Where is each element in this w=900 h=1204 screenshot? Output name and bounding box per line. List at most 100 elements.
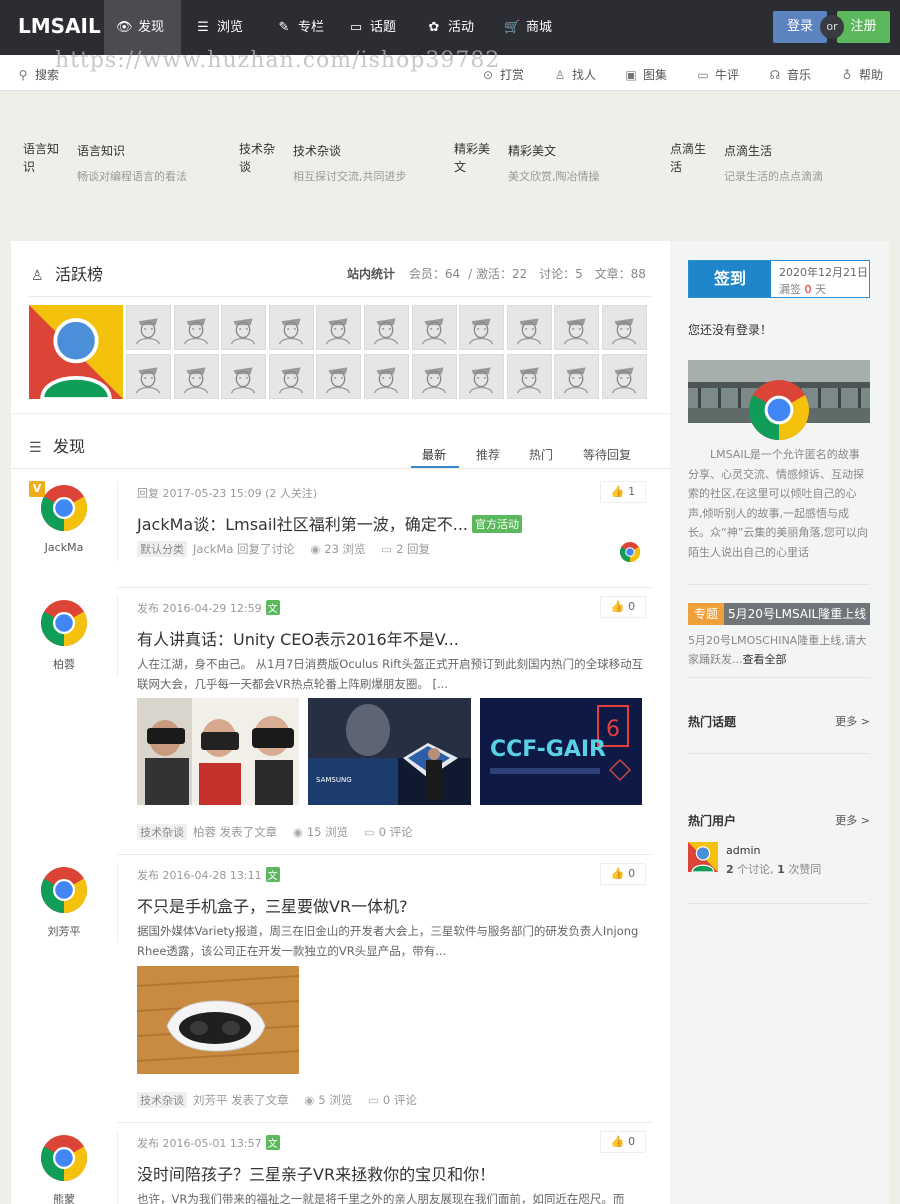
post-title[interactable]: 没时间陪孩子？三星亲子VR来拯救你的宝贝和你！ <box>137 1161 495 1185</box>
tab-hot[interactable]: 热门 <box>529 446 553 463</box>
tab-latest[interactable]: 最新 <box>422 446 446 463</box>
divider <box>688 753 870 754</box>
tab-waiting-reply[interactable]: 等待回复 <box>583 446 631 463</box>
like-button[interactable]: 👍 0 <box>600 863 646 885</box>
category-desc: 记录生活的点点滴滴 <box>724 170 823 183</box>
view-all-link[interactable]: 查看全部 <box>743 653 787 666</box>
site-logo[interactable]: LMSAIL <box>18 14 101 38</box>
post-author[interactable]: 柏蓉 <box>11 656 117 672</box>
like-button[interactable]: 👍 1 <box>600 481 646 503</box>
post-title[interactable]: JackMa谈：Lmsail社区福利第一波，确定不... 官方活动 <box>137 511 522 535</box>
sub-item-gallery[interactable]: ▣ 图集 <box>624 66 667 83</box>
active-user-avatar[interactable] <box>602 305 647 350</box>
active-user-avatar[interactable] <box>506 354 552 399</box>
tab-recommended[interactable]: 推荐 <box>476 446 500 463</box>
active-user-avatar[interactable] <box>364 354 409 399</box>
post-meta: 发布 2016-04-28 13:11 文 <box>137 867 280 882</box>
search-link[interactable]: ⚲ 搜索 <box>16 66 59 83</box>
post-image-gear-vr[interactable] <box>137 966 299 1074</box>
avatar[interactable] <box>41 1135 87 1181</box>
sub-item-music[interactable]: ☊ 音乐 <box>768 66 811 83</box>
participant-avatar[interactable] <box>620 542 640 562</box>
thumb-up-icon: 👍 <box>610 1135 625 1148</box>
official-tag[interactable]: 官方活动 <box>472 515 522 533</box>
comment-icon: ▭ <box>381 542 393 556</box>
avatar[interactable] <box>41 600 87 646</box>
hot-topics-more-link[interactable]: 更多 > <box>835 713 870 729</box>
category-tag[interactable]: 技术杂谈 <box>137 1092 187 1108</box>
active-user-avatar[interactable] <box>126 354 171 399</box>
category-name[interactable]: 技术杂谈 <box>293 142 341 159</box>
signin-missed: 漏签 0 天 <box>779 283 826 296</box>
post-author[interactable]: 熊蒙 <box>11 1191 117 1204</box>
active-user-avatar[interactable] <box>554 354 600 399</box>
hot-users-more-link[interactable]: 更多 > <box>835 812 870 828</box>
featured-topic[interactable]: 专题 5月20号LMSAIL隆重上线 <box>688 603 870 625</box>
login-button[interactable]: 登录 <box>773 11 827 43</box>
category-tag[interactable]: 默认分类 <box>137 541 187 557</box>
hot-user-name[interactable]: admin <box>726 844 760 857</box>
topic-title[interactable]: 5月20号LMSAIL隆重上线 <box>724 603 870 625</box>
active-user-avatar[interactable] <box>506 305 552 350</box>
like-button[interactable]: 👍 0 <box>600 1131 646 1153</box>
active-user-avatar[interactable] <box>126 305 171 350</box>
hot-topics-header: 热门话题 更多 > <box>688 713 870 729</box>
post-image-ccf-gair[interactable]: 6 CCF-GAIR <box>480 698 642 805</box>
active-user-avatar[interactable] <box>173 305 219 350</box>
avatar[interactable] <box>41 485 87 531</box>
active-user-avatar[interactable] <box>268 354 314 399</box>
avatar[interactable] <box>41 867 87 913</box>
category-desc: 畅谈对编程语言的看法 <box>77 170 187 183</box>
eye-icon: 👁 <box>116 20 133 35</box>
nav-item-column[interactable]: ✎ 专栏 <box>264 0 336 55</box>
profile-avatar[interactable] <box>749 380 809 440</box>
post-image-samsung[interactable]: SAMSUNG <box>308 698 471 805</box>
category-name[interactable]: 精彩美文 <box>508 142 556 159</box>
article-badge: 文 <box>265 867 280 882</box>
active-user-avatar[interactable] <box>411 354 457 399</box>
active-user-avatar[interactable] <box>554 305 600 350</box>
active-user-avatar[interactable] <box>221 305 267 350</box>
category-life[interactable]: 点滴生活 点滴生活 记录生活的点点滴滴 <box>670 140 880 190</box>
sub-item-help[interactable]: ♁ 帮助 <box>840 66 883 83</box>
nav-item-discover[interactable]: 👁 发现 <box>104 0 181 55</box>
top-user-avatar[interactable] <box>29 305 123 399</box>
active-user-avatar[interactable] <box>364 305 409 350</box>
active-user-avatar[interactable] <box>459 305 505 350</box>
nav-item-browse[interactable]: ☰ 浏览 <box>183 0 255 55</box>
nav-item-shop[interactable]: 🛒 商城 <box>492 0 564 55</box>
active-user-avatar[interactable] <box>316 354 362 399</box>
sub-item-find-people[interactable]: ♙ 找人 <box>553 66 596 83</box>
post-image-vr-headsets[interactable] <box>137 698 299 805</box>
like-button[interactable]: 👍 0 <box>600 596 646 618</box>
register-button[interactable]: 注册 <box>837 11 890 43</box>
category-name[interactable]: 点滴生活 <box>724 142 772 159</box>
post-excerpt: 也许，VR为我们带来的福祉之一就是将千里之外的亲人朋友展现在我们面前，如同近在咫… <box>137 1192 625 1204</box>
category-language[interactable]: 语言知识 语言知识 畅谈对编程语言的看法 <box>23 140 233 190</box>
divider <box>29 296 651 297</box>
post-title[interactable]: 不只是手机盒子，三星要做VR一体机? <box>137 893 408 917</box>
site-stats: 站内统计 会员：64/ 激活：22 讨论：5 文章：88 <box>347 267 646 281</box>
post-title[interactable]: 有人讲真话：Unity CEO表示2016年不是V... <box>137 626 459 650</box>
category-tag[interactable]: 技术杂谈 <box>137 824 187 840</box>
sub-item-reviews[interactable]: ▭ 牛评 <box>696 66 739 83</box>
signin-button[interactable]: 签到 <box>689 261 771 297</box>
active-user-avatar[interactable] <box>316 305 362 350</box>
active-user-avatar[interactable] <box>173 354 219 399</box>
category-essays[interactable]: 精彩美文 精彩美文 美文欣赏,陶冶情操 <box>454 140 664 190</box>
hot-user-avatar[interactable] <box>688 842 718 872</box>
post-footer: 默认分类 JackMa 回复了讨论 ◉ 23 浏览 ▭ 2 回复 <box>137 541 430 557</box>
active-user-avatar[interactable] <box>268 305 314 350</box>
nav-item-activity[interactable]: ✿ 活动 <box>414 0 486 55</box>
article-badge: 文 <box>265 600 280 615</box>
active-user-avatar[interactable] <box>411 305 457 350</box>
search-icon: ⚲ <box>18 68 28 82</box>
category-name[interactable]: 语言知识 <box>77 142 125 159</box>
active-user-avatar[interactable] <box>221 354 267 399</box>
nav-item-topic[interactable]: ▭ 话题 <box>336 0 408 55</box>
category-tech[interactable]: 技术杂谈 技术杂谈 相互探讨交流,共同进步 <box>239 140 449 190</box>
active-user-avatar[interactable] <box>602 354 647 399</box>
post-author[interactable]: JackMa <box>11 541 117 554</box>
active-user-avatar[interactable] <box>459 354 505 399</box>
post-author[interactable]: 刘芳平 <box>11 923 117 939</box>
